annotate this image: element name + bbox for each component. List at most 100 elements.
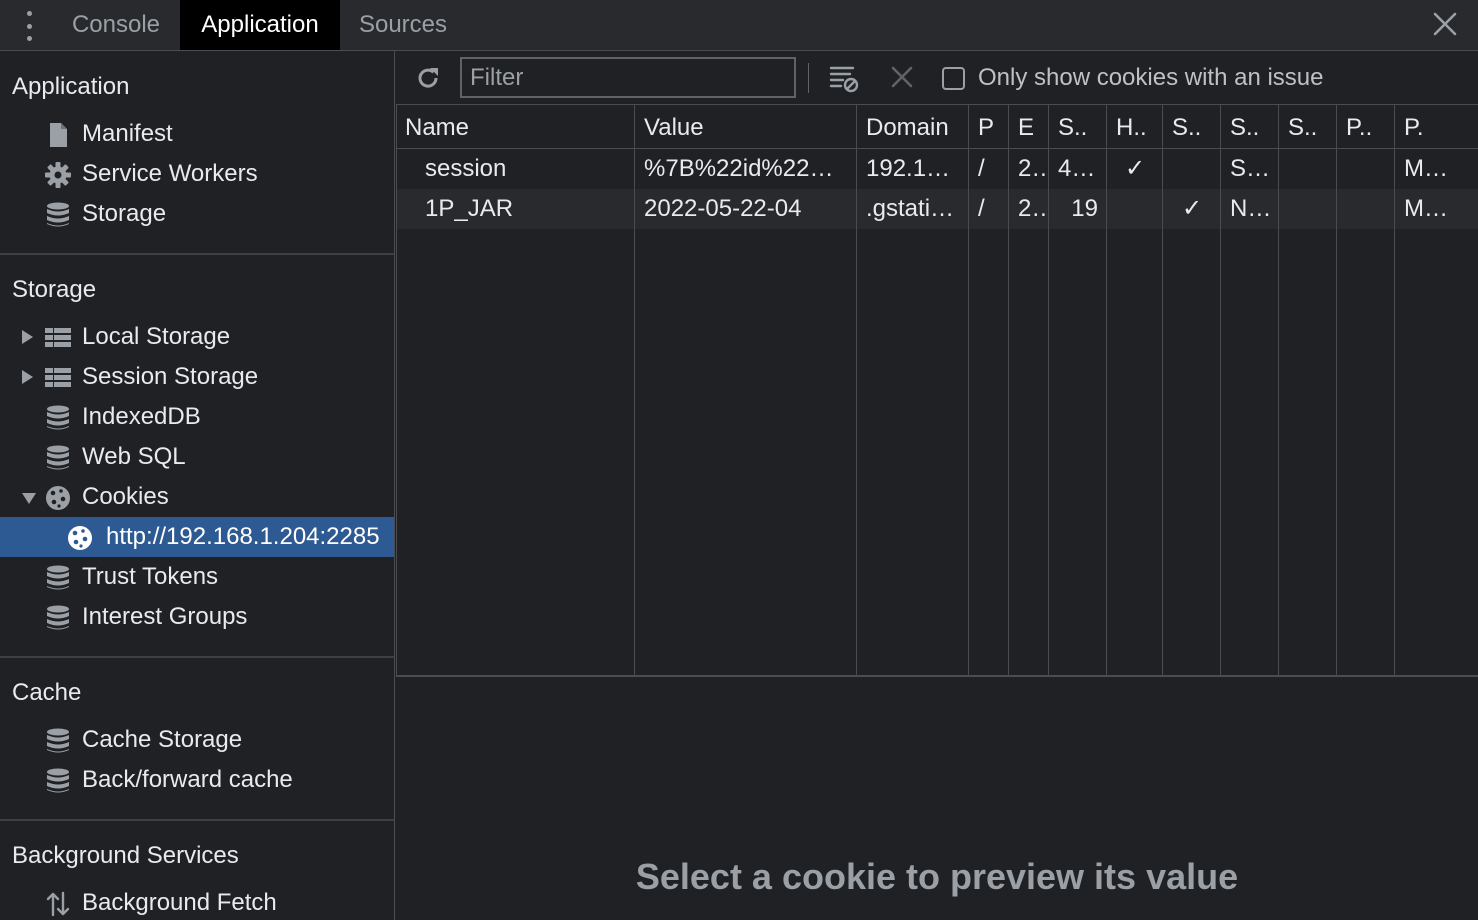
- column-divider[interactable]: [1278, 105, 1279, 675]
- filter-input[interactable]: [460, 57, 796, 98]
- column-divider[interactable]: [1106, 105, 1107, 675]
- cell-samesite: N…: [1230, 195, 1272, 222]
- cookies-table: session %7B%22id%22… 192.1… / 2… 4… ✓ S……: [396, 105, 1478, 677]
- database-icon: [47, 202, 69, 227]
- table-row[interactable]: session %7B%22id%22… 192.1… / 2… 4… ✓ S……: [396, 149, 1478, 189]
- cell-path: /: [978, 155, 985, 182]
- sidebar-item-label: Local Storage: [82, 323, 231, 350]
- clear-all-icon[interactable]: [890, 65, 914, 89]
- cell-httponly: ✓: [1124, 155, 1146, 182]
- column-header-httponly[interactable]: H..: [1107, 105, 1163, 149]
- refresh-icon[interactable]: [414, 64, 442, 92]
- column-divider[interactable]: [634, 105, 635, 675]
- column-header-sameparty[interactable]: S..: [1279, 105, 1337, 149]
- database-icon: [47, 768, 69, 793]
- column-header-samesite[interactable]: S..: [1221, 105, 1279, 149]
- expand-arrow-icon[interactable]: [22, 330, 33, 344]
- column-divider[interactable]: [1008, 105, 1009, 675]
- column-divider[interactable]: [1220, 105, 1221, 675]
- cookies-panel: Only show cookies with an issue session …: [396, 51, 1478, 920]
- cell-priority: M…: [1404, 195, 1448, 222]
- sidebar-divider: [0, 819, 394, 821]
- database-icon: [47, 565, 69, 590]
- file-icon: [50, 123, 67, 147]
- table-header: Name Value Domain P E S.. H.. S.. S.. S.…: [396, 105, 1478, 149]
- column-divider[interactable]: [1162, 105, 1163, 675]
- database-icon: [47, 728, 69, 753]
- sidebar-item-back-forward-cache[interactable]: Back/forward cache: [0, 760, 394, 800]
- column-divider[interactable]: [968, 105, 969, 675]
- sidebar-item-label: http://192.168.1.204:2285: [106, 523, 380, 550]
- column-header-secure[interactable]: S..: [1163, 105, 1221, 149]
- cell-value: 2022-05-22-04: [644, 195, 802, 222]
- sidebar-item-storage[interactable]: Storage: [0, 194, 394, 234]
- cookie-preview-pane: Select a cookie to preview its value: [396, 677, 1478, 920]
- sidebar-item-label: Service Workers: [82, 160, 258, 187]
- table-icon: [45, 328, 71, 347]
- sidebar-item-label: Cookies: [82, 483, 169, 510]
- cookie-icon: [46, 486, 70, 510]
- section-title-storage: Storage: [12, 276, 97, 303]
- close-icon[interactable]: [1432, 11, 1458, 37]
- sidebar-item-cookie-origin[interactable]: http://192.168.1.204:2285: [0, 517, 394, 557]
- sidebar-item-background-fetch[interactable]: Background Fetch: [0, 883, 394, 920]
- sidebar-item-service-workers[interactable]: Service Workers: [0, 154, 394, 194]
- cookies-toolbar: Only show cookies with an issue: [396, 51, 1478, 105]
- expand-arrow-icon[interactable]: [22, 370, 33, 384]
- column-header-size[interactable]: S..: [1049, 105, 1107, 149]
- cell-size: 4…: [1058, 155, 1096, 182]
- sidebar-item-label: Storage: [82, 200, 167, 227]
- column-header-domain[interactable]: Domain: [857, 105, 969, 149]
- tab-console[interactable]: Console: [52, 0, 180, 50]
- sidebar-item-cookies[interactable]: Cookies: [0, 477, 394, 517]
- sidebar-divider: [0, 656, 394, 658]
- sidebar-item-cache-storage[interactable]: Cache Storage: [0, 720, 394, 760]
- column-divider[interactable]: [1048, 105, 1049, 675]
- sidebar-item-session-storage[interactable]: Session Storage: [0, 357, 394, 397]
- sidebar-item-local-storage[interactable]: Local Storage: [0, 317, 394, 357]
- column-divider[interactable]: [1394, 105, 1395, 675]
- column-header-path[interactable]: P: [969, 105, 1009, 149]
- column-header-value[interactable]: Value: [635, 105, 857, 149]
- column-divider[interactable]: [856, 105, 857, 675]
- tab-application[interactable]: Application: [180, 0, 340, 50]
- devtools-tabbar: Console Application Sources: [0, 0, 1478, 51]
- sidebar-item-web-sql[interactable]: Web SQL: [0, 437, 394, 477]
- cell-name: session: [425, 155, 507, 182]
- more-options-icon[interactable]: [15, 9, 43, 43]
- sidebar-item-interest-groups[interactable]: Interest Groups: [0, 597, 394, 637]
- arrows-up-down-icon: [46, 891, 70, 917]
- tab-sources[interactable]: Sources: [340, 0, 466, 50]
- toolbar-divider: [808, 63, 809, 93]
- section-title-application: Application: [12, 73, 130, 100]
- column-header-priority[interactable]: P.: [1395, 105, 1478, 149]
- sidebar-item-manifest[interactable]: Manifest: [0, 114, 394, 154]
- column-header-partition-key[interactable]: P..: [1337, 105, 1395, 149]
- sidebar-item-indexeddb[interactable]: IndexedDB: [0, 397, 394, 437]
- sidebar-item-trust-tokens[interactable]: Trust Tokens: [0, 557, 394, 597]
- column-divider[interactable]: [1336, 105, 1337, 675]
- cell-size: 19: [1071, 195, 1098, 222]
- issue-only-checkbox[interactable]: [942, 67, 965, 90]
- sidebar-item-label: Web SQL: [82, 443, 186, 470]
- issue-only-label[interactable]: Only show cookies with an issue: [978, 64, 1324, 92]
- column-header-name[interactable]: Name: [396, 105, 635, 149]
- cell-sameparty: [1279, 189, 1337, 229]
- sidebar-item-label: IndexedDB: [82, 403, 201, 430]
- cell-domain: .gstati…: [866, 195, 955, 222]
- table-icon: [45, 368, 71, 387]
- cell-path: /: [978, 195, 985, 222]
- cell-name: 1P_JAR: [425, 195, 514, 222]
- sidebar-item-label: Back/forward cache: [82, 766, 293, 793]
- sidebar: Application Manifest Service Workers Sto…: [0, 51, 395, 920]
- cell-priority: M…: [1404, 155, 1448, 182]
- table-row[interactable]: 1P_JAR 2022-05-22-04 .gstati… / 2… 19 ✓ …: [396, 189, 1478, 229]
- column-header-expires[interactable]: E: [1009, 105, 1049, 149]
- cell-samesite: S…: [1230, 155, 1271, 182]
- sidebar-divider: [0, 253, 394, 255]
- sidebar-item-label: Trust Tokens: [82, 563, 219, 590]
- collapse-arrow-icon[interactable]: [22, 493, 36, 504]
- clear-filtered-cookies-icon[interactable]: [828, 62, 860, 94]
- sidebar-item-label: Background Fetch: [82, 889, 277, 916]
- database-icon: [47, 445, 69, 470]
